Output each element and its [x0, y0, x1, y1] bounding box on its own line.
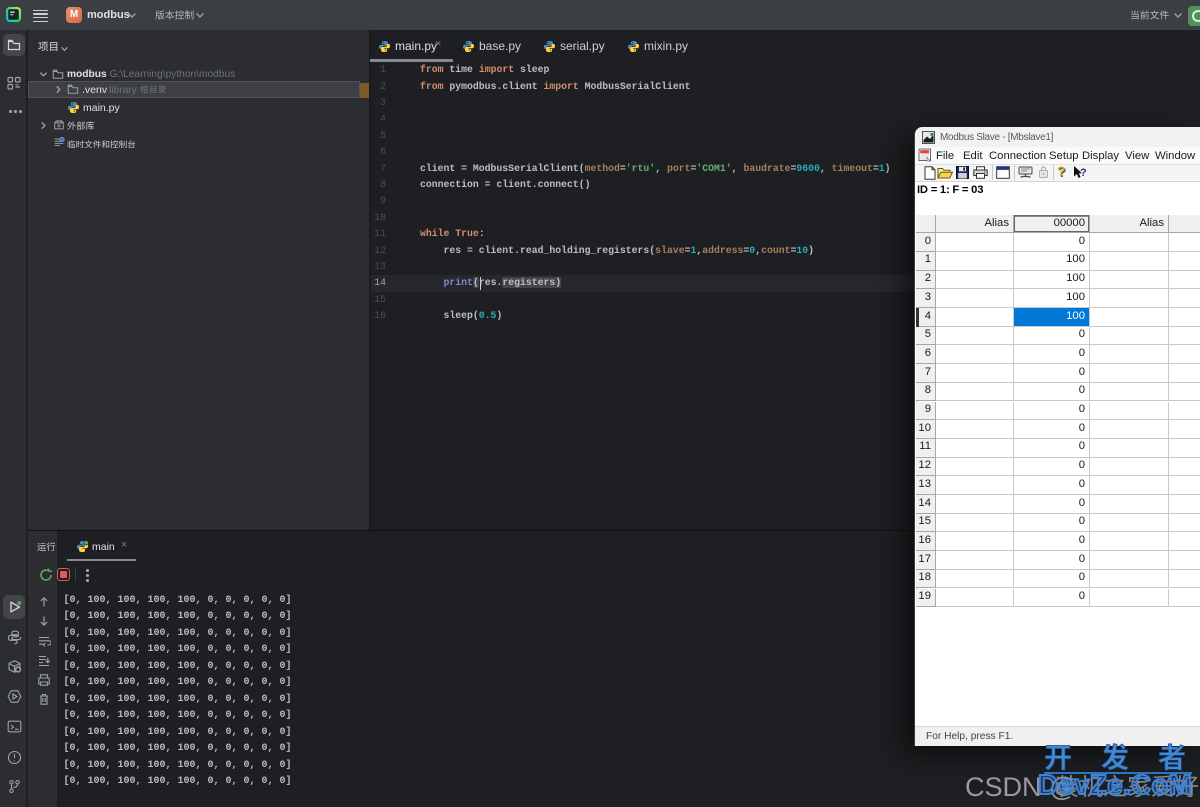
- svg-text:?: ?: [1080, 167, 1087, 179]
